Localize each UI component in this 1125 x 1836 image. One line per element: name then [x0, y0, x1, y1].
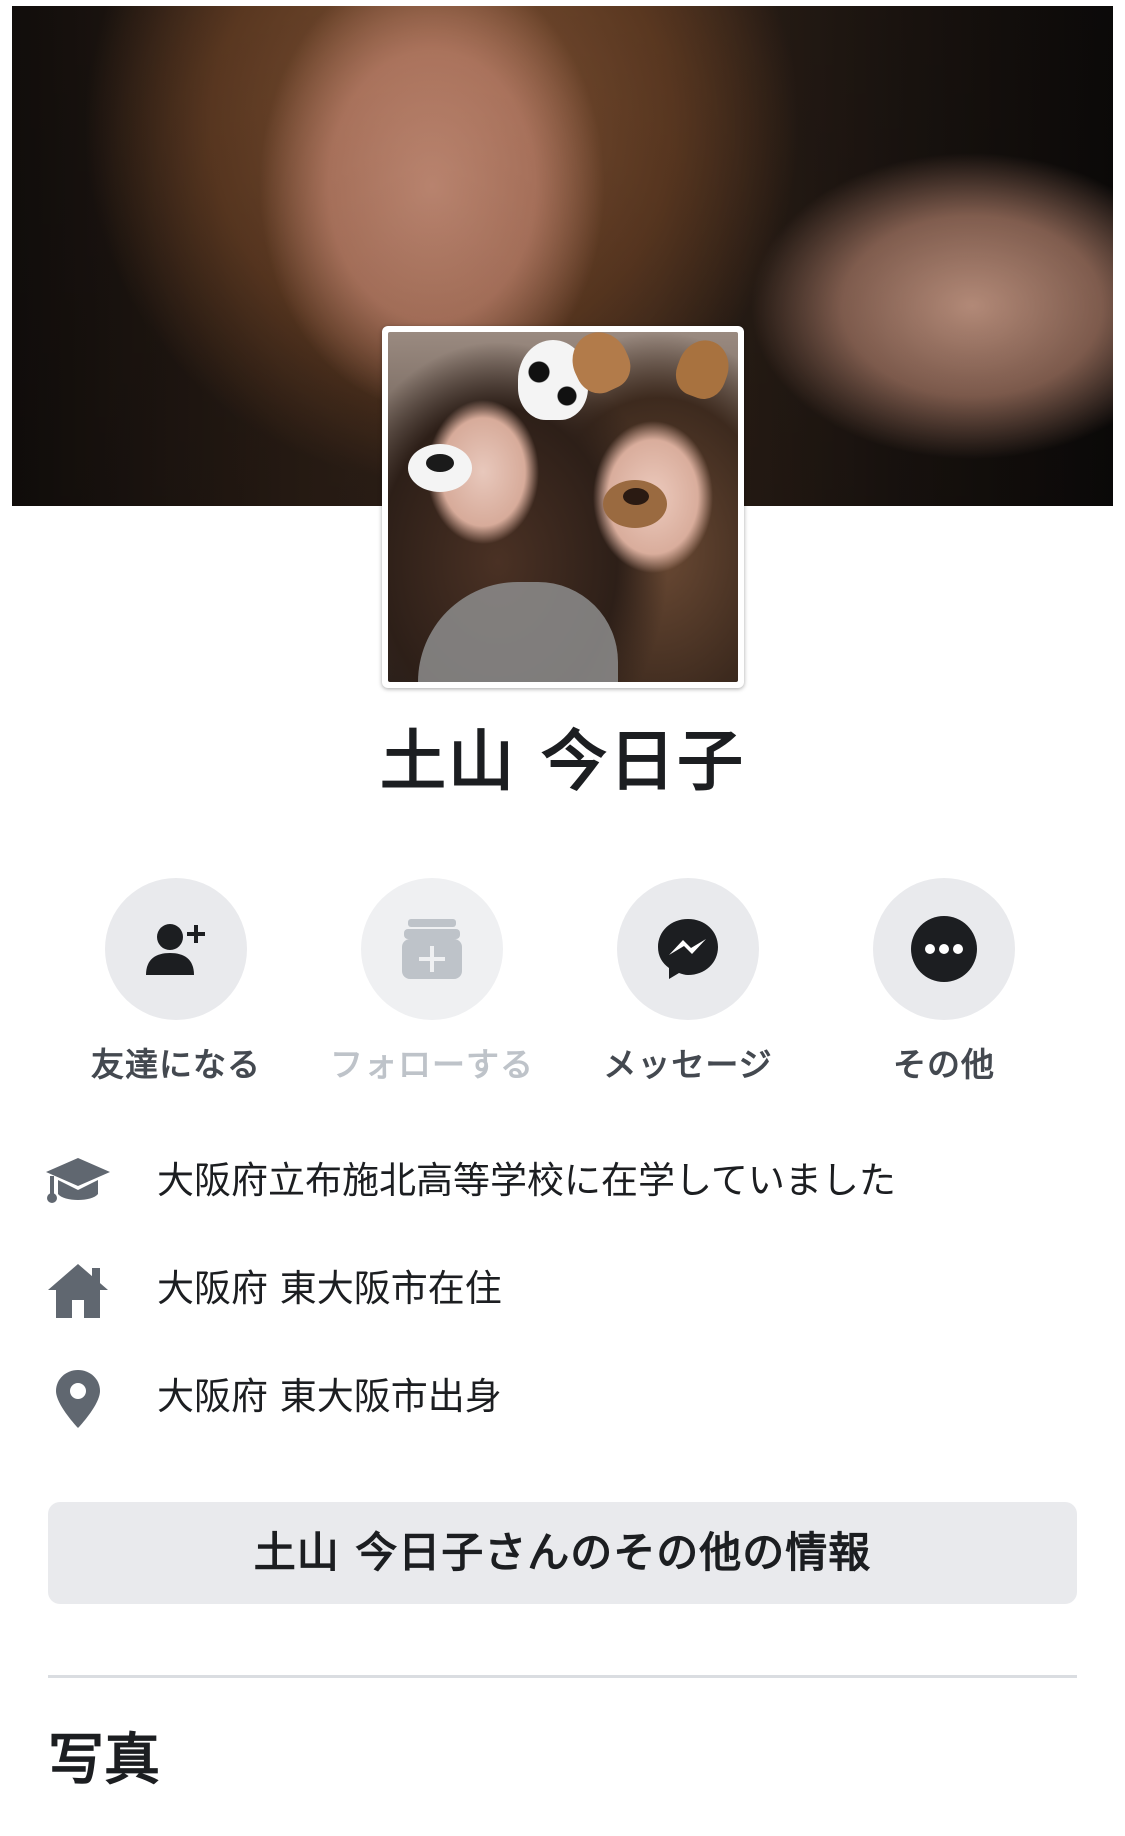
profile-name: 土山 今日子 [380, 723, 745, 800]
follow-label: フォローする [330, 1045, 534, 1084]
add-friend-label: 友達になる [91, 1045, 261, 1084]
dog-filter-ear [669, 333, 737, 405]
more-info-button[interactable]: 土山 今日子さんのその他の情報 [48, 1502, 1077, 1604]
intro-hometown: 大阪府 東大阪市出身 [0, 1362, 1125, 1434]
message-button-circle[interactable] [617, 878, 759, 1020]
dog-filter-nose [603, 480, 667, 528]
message-label: メッセージ [603, 1045, 773, 1084]
profile-picture-frame[interactable] [382, 326, 744, 688]
graduation-cap-icon [46, 1158, 110, 1203]
follow-icon [402, 919, 462, 979]
add-friend-icon [146, 924, 205, 975]
home-icon [48, 1264, 108, 1318]
graduation-cap-icon-wrap [44, 1154, 112, 1212]
intro-current-city: 大阪府 東大阪市在住 [0, 1254, 1125, 1326]
more-options-button[interactable]: その他 [834, 878, 1054, 1086]
intro-education-text: 大阪府立布施北高等学校に在学していました [157, 1159, 896, 1202]
message-button[interactable]: メッセージ [578, 878, 798, 1086]
messenger-icon [658, 919, 718, 979]
more-options-label: その他 [893, 1045, 995, 1084]
dog-filter-nose [408, 444, 472, 492]
add-friend-button[interactable]: 友達になる [66, 878, 286, 1086]
profile-picture-detail [418, 582, 618, 682]
home-icon-wrap [44, 1262, 112, 1320]
intro-current-city-text: 大阪府 東大阪市在住 [157, 1267, 502, 1310]
profile-picture[interactable] [388, 332, 738, 682]
follow-button[interactable]: フォローする [322, 878, 542, 1086]
intro-education: 大阪府立布施北高等学校に在学していました [0, 1146, 1125, 1218]
more-options-button-circle[interactable] [873, 878, 1015, 1020]
follow-button-circle[interactable] [361, 878, 503, 1020]
photos-section-heading[interactable]: 写真 [48, 1726, 160, 1796]
location-pin-icon-wrap [44, 1370, 112, 1428]
section-divider [48, 1675, 1077, 1678]
more-icon [911, 916, 977, 982]
intro-hometown-text: 大阪府 東大阪市出身 [157, 1375, 502, 1418]
profile-actions: 友達になる フォローする メッセージ その他 [0, 878, 1125, 1084]
location-pin-icon [56, 1370, 100, 1428]
add-friend-button-circle[interactable] [105, 878, 247, 1020]
